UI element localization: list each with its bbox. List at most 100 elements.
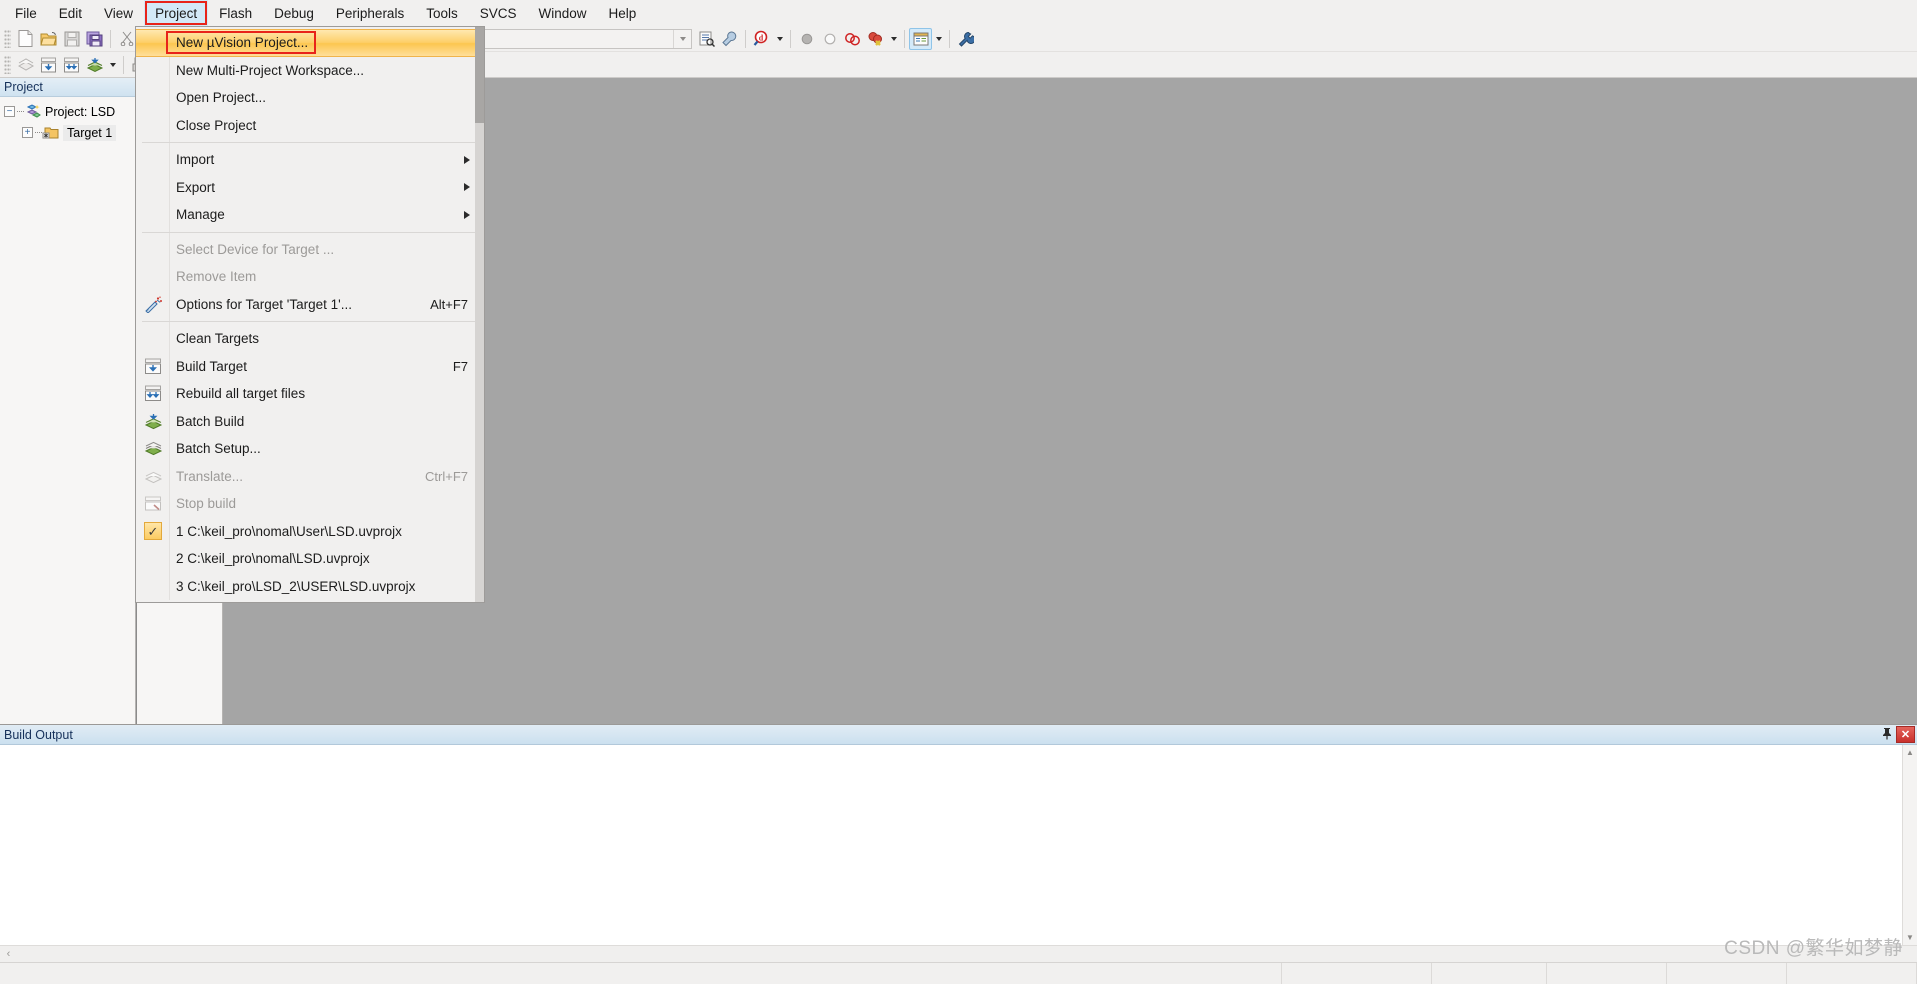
menu-item-import-label: Import: [176, 152, 215, 168]
menu-item-clean-targets[interactable]: Clean Targets: [170, 325, 484, 353]
breakpoint-dropdown[interactable]: [887, 28, 900, 50]
menu-item-select-device-for-target-label: Select Device for Target ...: [176, 241, 335, 257]
menu-separator: [142, 142, 478, 143]
menu-flash[interactable]: Flash: [208, 0, 263, 26]
menu-svcs[interactable]: SVCS: [469, 0, 528, 26]
target-folder-icon: [42, 125, 60, 141]
menu-debug[interactable]: Debug: [263, 0, 325, 26]
breakpoint-disable-button[interactable]: [818, 28, 841, 50]
build-output-panel: Build Output ✕ ▲ ▼ ‹: [0, 724, 1917, 962]
menu-edit[interactable]: Edit: [48, 0, 93, 26]
menu-help[interactable]: Help: [598, 0, 648, 26]
menu-icon-slot: [136, 146, 170, 174]
scroll-up-icon[interactable]: ▲: [1903, 745, 1917, 760]
menu-item-recent-project-2[interactable]: 2 C:\keil_pro\nomal\LSD.uvprojx: [170, 545, 484, 573]
toolbar-separator: [949, 29, 950, 48]
menu-item-export[interactable]: Export: [170, 174, 484, 202]
build-target-icon: [136, 353, 170, 381]
menu-item-recent-project-3[interactable]: 3 C:\keil_pro\LSD_2\USER\LSD.uvprojx: [170, 573, 484, 601]
new-file-icon: [18, 30, 33, 47]
menu-item-close-project[interactable]: Close Project: [170, 112, 484, 140]
save-all-icon: [86, 31, 103, 47]
menu-item-manage[interactable]: Manage: [170, 201, 484, 229]
build-output-body[interactable]: ▲ ▼: [0, 745, 1917, 945]
menu-peripherals[interactable]: Peripherals: [325, 0, 415, 26]
batch-build-icon: [136, 408, 170, 436]
menu-item-recent-project-1-label: 1 C:\keil_pro\nomal\User\LSD.uvprojx: [176, 523, 402, 539]
menu-project[interactable]: Project: [144, 0, 209, 26]
menu-item-rebuild-all-target-files[interactable]: Rebuild all target files: [145, 380, 484, 408]
menu-view[interactable]: View: [93, 0, 144, 26]
toolbar-grip[interactable]: [4, 29, 11, 48]
save-all-button[interactable]: [83, 28, 106, 50]
stop-build-icon: [136, 490, 170, 518]
status-cell-2: [1432, 963, 1547, 984]
breakpoint-insert-button[interactable]: [795, 28, 818, 50]
pin-button[interactable]: [1878, 726, 1896, 743]
save-button[interactable]: [60, 28, 83, 50]
menu-icon-slot: [136, 545, 170, 573]
menu-scrollbar-thumb[interactable]: [475, 27, 484, 123]
save-icon: [64, 31, 80, 47]
menu-file[interactable]: File: [4, 0, 48, 26]
menu-item-close-project-label: Close Project: [176, 117, 257, 133]
find-in-files-icon: [699, 31, 715, 47]
close-build-output-button[interactable]: ✕: [1896, 726, 1915, 743]
project-window-dropdown[interactable]: [932, 28, 945, 50]
find-in-files-button[interactable]: [695, 28, 718, 50]
menu-item-open-project[interactable]: Open Project...: [170, 84, 484, 112]
build-output-horizontal-scrollbar[interactable]: ‹: [0, 945, 1917, 962]
tree-item-target1[interactable]: + Target 1: [0, 122, 135, 143]
status-cell-5: [1787, 963, 1917, 984]
build-output-vertical-scrollbar[interactable]: ▲ ▼: [1902, 745, 1917, 945]
configuration-wizard-button[interactable]: [954, 28, 977, 50]
menu-item-new-uvision-project[interactable]: New µVision Project...: [136, 29, 484, 57]
menu-scrollbar[interactable]: [475, 27, 484, 602]
batch-build-dropdown[interactable]: [106, 54, 119, 76]
menu-item-new-uvision-project-label: New µVision Project...: [165, 31, 317, 55]
batch-build-button[interactable]: [83, 54, 106, 76]
batch-setup-icon: [136, 435, 170, 463]
tree-item-project[interactable]: − Project: LSD: [0, 101, 135, 122]
open-file-button[interactable]: [37, 28, 60, 50]
expand-expander-icon[interactable]: +: [22, 127, 33, 138]
scroll-down-icon[interactable]: ▼: [1903, 930, 1917, 945]
menu-item-build-target[interactable]: Build Target F7: [145, 353, 484, 381]
breakpoint-kill-all-button[interactable]: [864, 28, 887, 50]
menu-item-batch-build[interactable]: Batch Build: [144, 408, 484, 436]
project-dropdown-menu: New µVision Project... New Multi-Project…: [135, 26, 485, 603]
menu-tools[interactable]: Tools: [415, 0, 469, 26]
debug-session-dropdown[interactable]: [773, 28, 786, 50]
configure-button[interactable]: [718, 28, 741, 50]
menu-item-batch-setup[interactable]: Batch Setup...: [144, 435, 484, 463]
menu-item-options-for-target-label: Options for Target 'Target 1'...: [176, 296, 352, 312]
tree-connector: [17, 111, 24, 112]
hollow-circle-icon: [823, 32, 837, 46]
menu-icon-slot: [136, 236, 170, 264]
menu-item-recent-project-1[interactable]: ✓ 1 C:\keil_pro\nomal\User\LSD.uvprojx: [144, 518, 484, 546]
chevron-down-icon[interactable]: [673, 29, 691, 48]
wand-icon: [136, 291, 170, 319]
menu-item-recent-project-2-label: 2 C:\keil_pro\nomal\LSD.uvprojx: [176, 551, 370, 567]
menu-item-import[interactable]: Import: [170, 146, 484, 174]
build-button[interactable]: [37, 54, 60, 76]
rebuild-icon: [136, 380, 170, 408]
toolbar-separator: [904, 29, 905, 48]
project-window-button[interactable]: [909, 27, 932, 50]
rebuild-icon: [63, 57, 80, 73]
collapse-expander-icon[interactable]: −: [4, 106, 15, 117]
menu-item-options-for-target[interactable]: Options for Target 'Target 1'... Alt+F7: [144, 291, 484, 319]
cut-icon: [120, 31, 134, 46]
toolbar-grip-2[interactable]: [4, 55, 11, 74]
toolbar-separator: [790, 29, 791, 48]
menu-item-stop-build: Stop build: [145, 490, 484, 518]
rebuild-button[interactable]: [60, 54, 83, 76]
menu-window[interactable]: Window: [527, 0, 597, 26]
translate-button[interactable]: [14, 54, 37, 76]
new-file-button[interactable]: [14, 28, 37, 50]
menu-item-new-multi-project-workspace[interactable]: New Multi-Project Workspace...: [170, 57, 484, 85]
scroll-left-icon[interactable]: ‹: [0, 946, 17, 963]
breakpoint-disable-all-button[interactable]: [841, 28, 864, 50]
debug-session-button[interactable]: d: [750, 28, 773, 50]
checkmark-icon: ✓: [136, 518, 170, 546]
